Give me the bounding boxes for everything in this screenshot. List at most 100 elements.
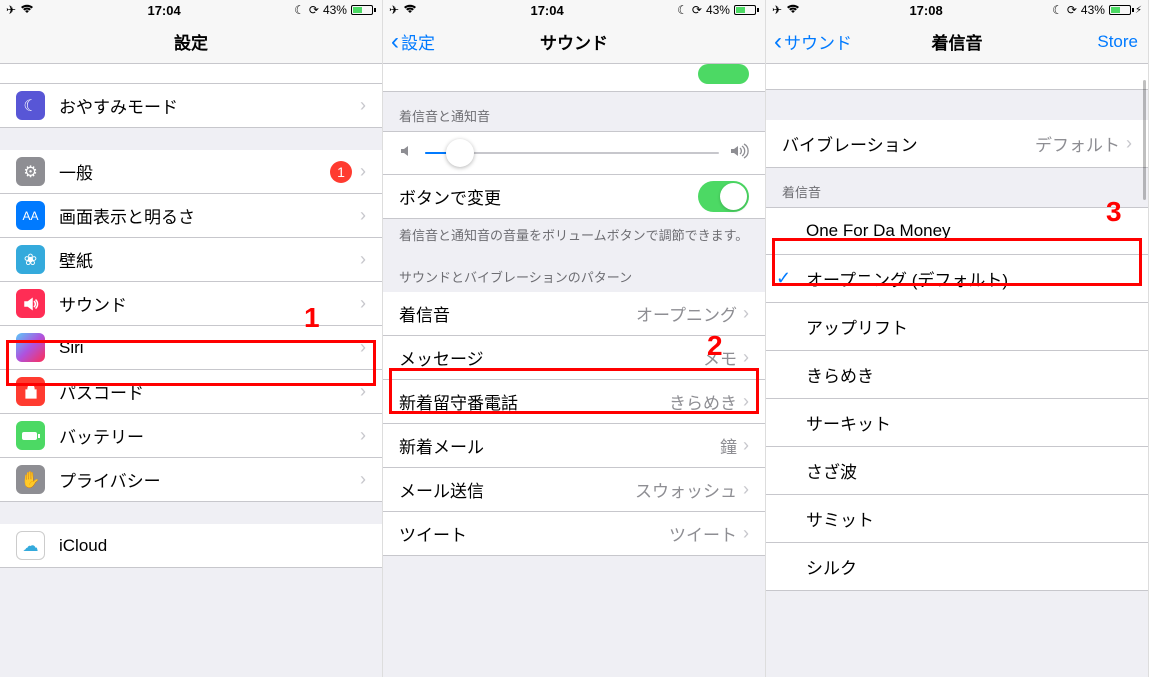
row-label: 新着メール — [399, 433, 720, 458]
row-label: メッセージ — [399, 345, 703, 370]
vibration-row[interactable]: バイブレーション デフォルト › — [766, 120, 1148, 168]
chevron-left-icon: ‹ — [391, 30, 399, 54]
nav-title: 着信音 — [932, 29, 983, 54]
airplane-icon: ✈︎ — [6, 3, 16, 17]
chevron-left-icon: ‹ — [774, 30, 782, 54]
volume-slider[interactable] — [425, 152, 719, 154]
battery-pct: 43% — [323, 3, 347, 17]
settings-row-sounds[interactable]: サウンド › — [0, 282, 382, 326]
tweet-row[interactable]: ツイート ツイート › — [383, 512, 765, 556]
chevron-right-icon: › — [1126, 133, 1132, 154]
chevron-right-icon: › — [360, 161, 366, 182]
chevron-right-icon: › — [743, 479, 749, 500]
settings-row-wallpaper[interactable]: ❀ 壁紙 › — [0, 238, 382, 282]
settings-row-general[interactable]: ⚙︎ 一般 1 › — [0, 150, 382, 194]
speaker-high-icon — [729, 143, 749, 164]
chevron-right-icon: › — [360, 95, 366, 116]
settings-row-battery[interactable]: バッテリー › — [0, 414, 382, 458]
text-size-icon: AA — [16, 201, 45, 230]
status-time: 17:04 — [147, 3, 180, 18]
lock-icon: ⟳ — [692, 3, 702, 17]
lock-icon — [16, 377, 45, 406]
toggle-on[interactable] — [698, 181, 749, 212]
row-label: メール送信 — [399, 477, 635, 502]
button-change-row[interactable]: ボタンで変更 — [383, 175, 765, 219]
section-footer: 着信音と通知音の音量をボリュームボタンで調節できます。 — [383, 219, 765, 253]
nav-bar: ‹サウンド 着信音 Store — [766, 20, 1148, 64]
ringtone-item[interactable]: さざ波 — [766, 447, 1148, 495]
hand-icon: ✋ — [16, 465, 45, 494]
row-label: サウンド — [59, 291, 360, 316]
cloud-icon: ☁︎ — [16, 531, 45, 560]
store-button[interactable]: Store — [1097, 32, 1138, 52]
battery-icon — [16, 421, 45, 450]
row-label: 一般 — [59, 159, 330, 184]
chevron-right-icon: › — [360, 337, 366, 358]
chevron-right-icon: › — [743, 523, 749, 544]
speaker-icon — [16, 289, 45, 318]
settings-row-dnd[interactable]: ☾ おやすみモード › — [0, 84, 382, 128]
row-detail: スウォッシュ — [635, 477, 737, 502]
flower-icon: ❀ — [16, 245, 45, 274]
settings-screen: ✈︎ 17:04 ☾ ⟳ 43% 設定 ☾ おやすみモード › ⚙︎ 一般 1 … — [0, 0, 383, 677]
scrollbar[interactable] — [1143, 80, 1146, 200]
settings-row-privacy[interactable]: ✋ プライバシー › — [0, 458, 382, 502]
battery-icon — [734, 5, 759, 15]
chevron-right-icon: › — [743, 303, 749, 324]
back-button[interactable]: ‹サウンド — [774, 29, 852, 54]
row-label: ツイート — [399, 521, 669, 546]
nav-title: 設定 — [174, 29, 208, 54]
ringtone-item[interactable]: サーキット — [766, 399, 1148, 447]
moon-icon: ☾ — [677, 3, 688, 17]
row-label: 着信音 — [399, 301, 636, 326]
charging-icon: ⚡︎ — [1135, 5, 1142, 16]
chevron-right-icon: › — [360, 205, 366, 226]
status-bar: ✈︎ 17:04 ☾ ⟳ 43% — [383, 0, 765, 20]
lock-icon: ⟳ — [309, 3, 319, 17]
ringtone-item[interactable]: ✓ オープニング (デフォルト) — [766, 255, 1148, 303]
battery-pct: 43% — [706, 3, 730, 17]
airplane-icon: ✈︎ — [772, 3, 782, 17]
settings-row-display[interactable]: AA 画面表示と明るさ › — [0, 194, 382, 238]
message-row[interactable]: メッセージ メモ › — [383, 336, 765, 380]
sentmail-row[interactable]: メール送信 スウォッシュ › — [383, 468, 765, 512]
chevron-right-icon: › — [743, 347, 749, 368]
row-label: パスコード — [59, 379, 360, 404]
newmail-row[interactable]: 新着メール 鐘 › — [383, 424, 765, 468]
battery-pct: 43% — [1081, 3, 1105, 17]
nav-title: サウンド — [540, 29, 608, 54]
sounds-screen: ✈︎ 17:04 ☾ ⟳ 43% ‹設定 サウンド 着信音と通知音 ボタンで変更… — [383, 0, 766, 677]
ringtone-row[interactable]: 着信音 オープニング › — [383, 292, 765, 336]
row-label: 画面表示と明るさ — [59, 203, 360, 228]
section-header: 着信音と通知音 — [383, 92, 765, 131]
row-label: おやすみモード — [59, 93, 360, 118]
back-button[interactable]: ‹設定 — [391, 29, 435, 54]
ringtone-item[interactable]: アップリフト — [766, 303, 1148, 351]
battery-icon: ⚡︎ — [1109, 5, 1142, 16]
ringtone-item[interactable]: きらめき — [766, 351, 1148, 399]
ringtone-item[interactable]: シルク — [766, 543, 1148, 591]
row-detail: メモ — [703, 345, 737, 370]
ringtone-screen: ✈︎ 17:08 ☾ ⟳ 43% ⚡︎ ‹サウンド 着信音 Store バイブレ… — [766, 0, 1149, 677]
voicemail-row[interactable]: 新着留守番電話 きらめき › — [383, 380, 765, 424]
status-time: 17:04 — [530, 3, 563, 18]
wifi-icon — [786, 3, 800, 17]
status-bar: ✈︎ 17:08 ☾ ⟳ 43% ⚡︎ — [766, 0, 1148, 20]
checkmark-icon: ✓ — [776, 268, 800, 289]
chevron-right-icon: › — [360, 293, 366, 314]
ringtone-label: シルク — [806, 554, 1132, 579]
volume-slider-row[interactable] — [383, 131, 765, 175]
settings-row-icloud[interactable]: ☁︎ iCloud — [0, 524, 382, 568]
ringtone-item[interactable]: One For Da Money — [766, 207, 1148, 255]
ringtone-label: アップリフト — [806, 314, 1132, 339]
nav-bar: ‹設定 サウンド — [383, 20, 765, 64]
row-label: 壁紙 — [59, 247, 360, 272]
ringtone-item[interactable]: サミット — [766, 495, 1148, 543]
ringtone-label: オープニング (デフォルト) — [806, 266, 1132, 291]
row-label: ボタンで変更 — [399, 184, 698, 209]
moon-icon: ☾ — [294, 3, 305, 17]
settings-row-passcode[interactable]: パスコード › — [0, 370, 382, 414]
settings-row-siri[interactable]: Siri › — [0, 326, 382, 370]
row-label: Siri — [59, 338, 360, 358]
row-label: バイブレーション — [782, 131, 1035, 156]
